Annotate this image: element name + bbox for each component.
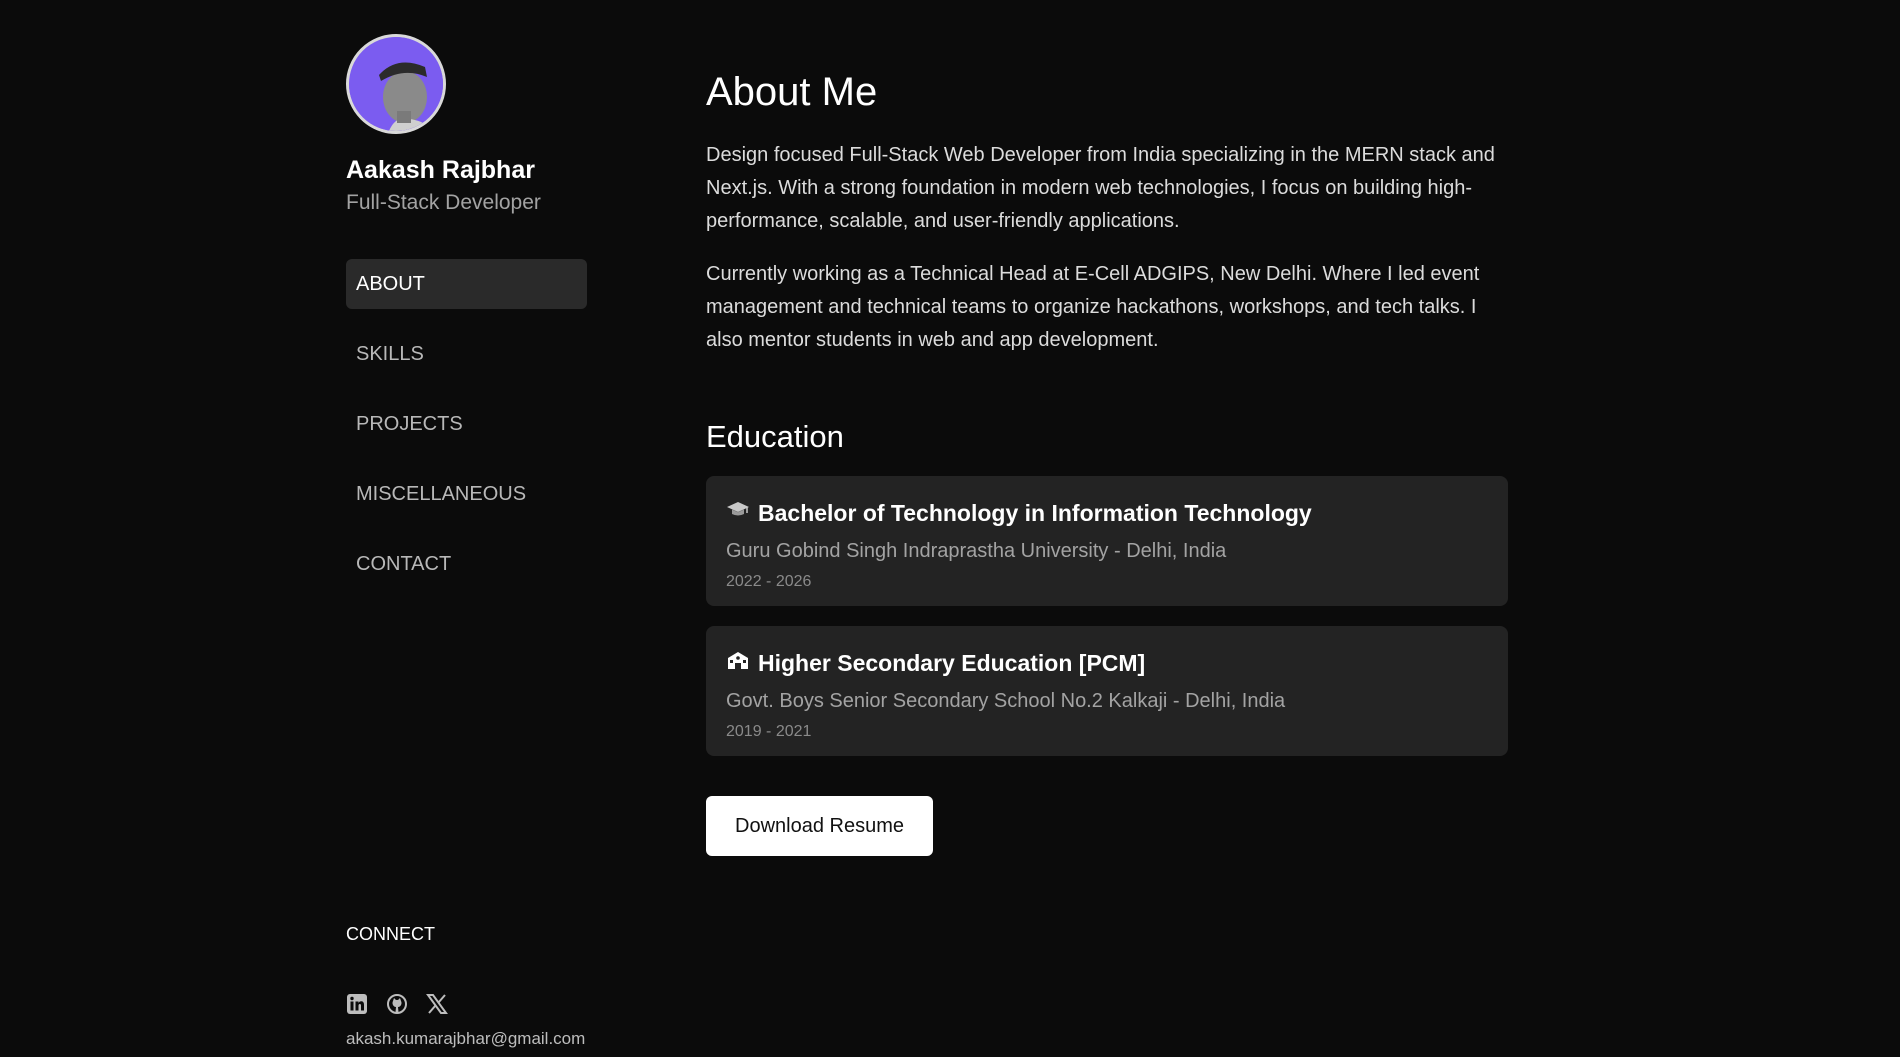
linkedin-icon[interactable] [346,993,368,1015]
education-card-title: Higher Secondary Education [PCM] [726,648,1488,678]
nav-item-miscellaneous[interactable]: MISCELLANEOUS [346,469,587,519]
main-content: About Me Design focused Full-Stack Web D… [706,70,1508,856]
x-icon[interactable] [426,993,448,1015]
download-resume-button[interactable]: Download Resume [706,796,933,856]
social-links [346,993,448,1015]
years-label: 2022 - 2026 [726,573,812,590]
school-label: Govt. Boys Senior Secondary School No.2 … [726,690,1286,712]
avatar [346,34,446,134]
degree-label: Higher Secondary Education [PCM] [758,649,1146,676]
education-title: Education [706,419,844,454]
nav-item-projects[interactable]: PROJECTS [346,399,587,449]
profile-role: Full-Stack Developer [346,191,541,214]
connect-heading: CONNECT [346,924,435,944]
degree-label: Bachelor of Technology in Information Te… [758,499,1312,526]
school-icon [726,648,750,678]
years-label: 2019 - 2021 [726,723,812,740]
profile-name: Aakash Rajbhar [346,156,535,184]
sidebar-nav: ABOUT SKILLS PROJECTS MISCELLANEOUS CONT… [346,259,587,609]
nav-item-contact[interactable]: CONTACT [346,539,587,589]
nav-item-skills[interactable]: SKILLS [346,329,587,379]
portfolio-page: Aakash Rajbhar Full-Stack Developer ABOU… [0,0,1900,1057]
education-card-title: Bachelor of Technology in Information Te… [726,498,1488,528]
school-label: Guru Gobind Singh Indraprastha Universit… [726,540,1227,562]
education-card: Bachelor of Technology in Information Te… [706,476,1508,606]
github-icon[interactable] [386,993,408,1015]
about-paragraph: Design focused Full-Stack Web Developer … [706,144,1495,232]
sidebar: Aakash Rajbhar Full-Stack Developer ABOU… [346,34,626,1048]
about-paragraph: Currently working as a Technical Head at… [706,263,1480,351]
graduation-cap-icon [726,498,750,528]
about-title: About Me [706,70,878,114]
email-link[interactable]: akash.kumarajbhar@gmail.com [346,1029,585,1049]
nav-item-about[interactable]: ABOUT [346,259,587,309]
education-card: Higher Secondary Education [PCM] Govt. B… [706,626,1508,756]
